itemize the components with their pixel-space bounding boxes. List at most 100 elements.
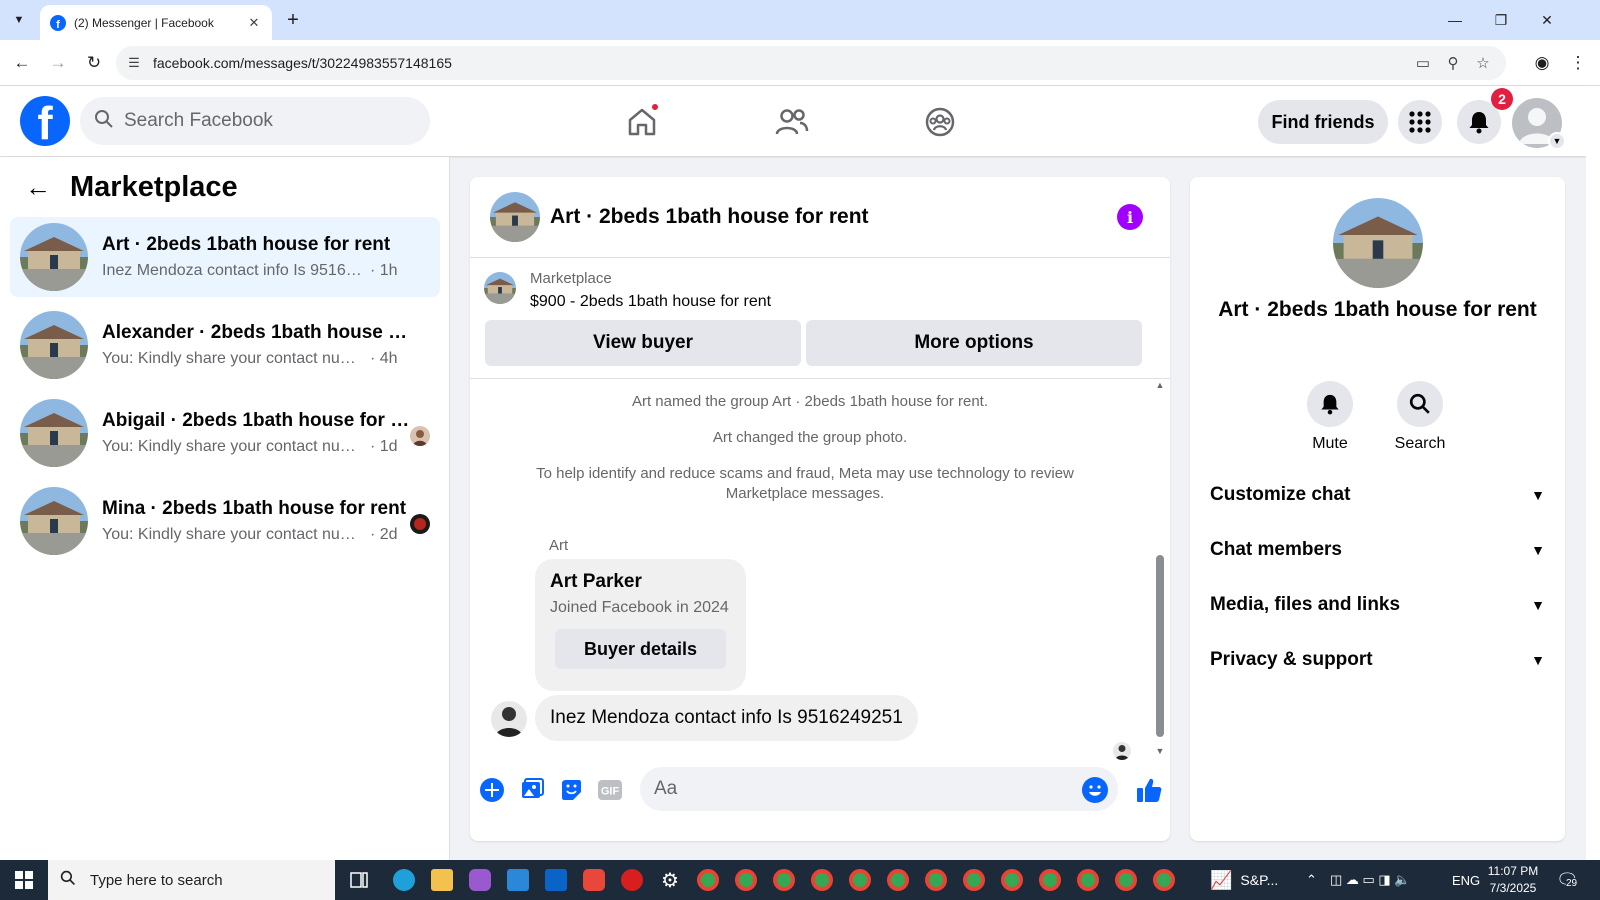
- search-in-chat-button[interactable]: Search: [1375, 381, 1465, 453]
- info-icon[interactable]: i: [1117, 204, 1143, 230]
- office-app-icon[interactable]: [578, 864, 610, 896]
- listing-title: $900 - 2beds 1bath house for rent: [530, 293, 772, 310]
- new-tab-button[interactable]: +: [280, 8, 306, 32]
- chrome-app-icon[interactable]: [958, 864, 990, 896]
- system-tray-icons[interactable]: ◫ ☁ ▭ ◨ 🔈: [1330, 860, 1410, 900]
- close-window-button[interactable]: ✕: [1524, 0, 1570, 40]
- reload-button[interactable]: ↻: [80, 49, 108, 77]
- buyer-profile-card: Art Parker Joined Facebook in 2024 Buyer…: [535, 559, 746, 691]
- customize-chat-section[interactable]: Customize chat ▼: [1210, 475, 1545, 515]
- group-photo-large[interactable]: [1333, 198, 1423, 288]
- notification-center-icon[interactable]: 🗨29: [1556, 860, 1579, 900]
- bookmark-star-icon[interactable]: ☆: [1468, 48, 1498, 78]
- restore-button[interactable]: ❐: [1478, 0, 1524, 40]
- page-scrollbar[interactable]: [1586, 86, 1600, 860]
- chrome-app-icon[interactable]: [1072, 864, 1104, 896]
- notification-badge: 2: [1491, 88, 1513, 110]
- sender-avatar[interactable]: [491, 701, 527, 737]
- scroll-up-icon[interactable]: ▲: [1154, 380, 1166, 390]
- view-buyer-button[interactable]: View buyer: [485, 320, 801, 366]
- group-photo[interactable]: [490, 192, 540, 242]
- url-text[interactable]: facebook.com/messages/t/3022498355714816…: [153, 55, 1408, 71]
- sticker-icon[interactable]: [556, 775, 586, 805]
- conversation-item[interactable]: Abigail · 2beds 1bath house for r... You…: [10, 393, 440, 473]
- conversation-item[interactable]: Mina · 2beds 1bath house for rent You: K…: [10, 481, 440, 561]
- language-indicator[interactable]: ENG: [1452, 860, 1480, 900]
- outlook-app-icon[interactable]: [540, 864, 572, 896]
- chat-title[interactable]: Art · 2beds 1bath house for rent: [550, 205, 869, 229]
- file-explorer-icon[interactable]: [426, 864, 458, 896]
- chrome-app-icon[interactable]: [844, 864, 876, 896]
- browser-menu-icon[interactable]: ⋮: [1564, 49, 1592, 77]
- more-options-button[interactable]: More options: [806, 320, 1142, 366]
- find-friends-button[interactable]: Find friends: [1258, 100, 1388, 144]
- store-app-icon[interactable]: [502, 864, 534, 896]
- facebook-logo-icon[interactable]: f: [20, 96, 70, 146]
- groups-nav-icon[interactable]: [900, 94, 980, 150]
- windows-start-icon[interactable]: [0, 860, 48, 900]
- back-button[interactable]: ←: [8, 49, 36, 77]
- chrome-app-icon[interactable]: [692, 864, 724, 896]
- marketplace-label: Marketplace: [530, 270, 612, 287]
- chrome-app-icon[interactable]: [730, 864, 762, 896]
- message-composer[interactable]: [640, 767, 1118, 811]
- gif-icon[interactable]: GIF: [595, 775, 625, 805]
- chrome-app-icon[interactable]: [1110, 864, 1142, 896]
- media-files-links-section[interactable]: Media, files and links ▼: [1210, 585, 1545, 625]
- plus-icon[interactable]: [477, 775, 507, 805]
- mute-button[interactable]: Mute: [1285, 381, 1375, 453]
- message-bubble[interactable]: Inez Mendoza contact info Is 9516249251: [535, 695, 918, 741]
- marketplace-listing-row[interactable]: Marketplace $900 - 2beds 1bath house for…: [484, 270, 771, 311]
- install-app-icon[interactable]: ▭: [1408, 48, 1438, 78]
- emoji-icon[interactable]: [1082, 777, 1108, 803]
- thumbs-up-icon[interactable]: [1134, 775, 1164, 805]
- chrome-app-icon[interactable]: [806, 864, 838, 896]
- profile-icon[interactable]: ◉: [1528, 49, 1556, 77]
- facebook-search[interactable]: [80, 97, 430, 145]
- zoom-icon[interactable]: ⚲: [1438, 48, 1468, 78]
- scroll-down-icon[interactable]: ▼: [1154, 746, 1166, 756]
- conversation-item[interactable]: Art · 2beds 1bath house for rent Inez Me…: [10, 217, 440, 297]
- chat-members-section[interactable]: Chat members ▼: [1210, 530, 1545, 570]
- edge-app-icon[interactable]: [388, 864, 420, 896]
- back-arrow-icon[interactable]: ←: [20, 169, 56, 205]
- close-tab-icon[interactable]: ✕: [244, 13, 264, 33]
- house-thumbnail: [20, 487, 88, 555]
- opera-app-icon[interactable]: [616, 864, 648, 896]
- chrome-app-icon[interactable]: [1034, 864, 1066, 896]
- chrome-app-icon[interactable]: [1148, 864, 1180, 896]
- scroll-thumb[interactable]: [1156, 555, 1164, 737]
- copilot-app-icon[interactable]: [464, 864, 496, 896]
- friends-nav-icon[interactable]: [752, 94, 832, 150]
- chrome-app-icon[interactable]: [768, 864, 800, 896]
- chrome-app-icon[interactable]: [882, 864, 914, 896]
- browser-tab-bar: ▼ f (2) Messenger | Facebook ✕ + — ❐ ✕: [0, 0, 1600, 40]
- conversation-item[interactable]: Alexander · 2beds 1bath house for ... Yo…: [10, 305, 440, 385]
- privacy-support-section[interactable]: Privacy & support ▼: [1210, 640, 1545, 680]
- stock-widget[interactable]: 📈 S&P...: [1210, 860, 1278, 900]
- chrome-app-icon[interactable]: [996, 864, 1028, 896]
- home-nav-icon[interactable]: [602, 94, 682, 150]
- taskbar-search[interactable]: Type here to search: [48, 860, 335, 900]
- show-hidden-icons-icon[interactable]: ⌃: [1306, 860, 1317, 900]
- minimize-button[interactable]: —: [1432, 0, 1478, 40]
- buyer-details-button[interactable]: Buyer details: [555, 629, 726, 669]
- browser-tab[interactable]: f (2) Messenger | Facebook ✕: [40, 5, 272, 40]
- menu-grid-icon[interactable]: [1398, 100, 1442, 144]
- search-icon[interactable]: [1397, 381, 1443, 427]
- address-bar[interactable]: ☰ facebook.com/messages/t/30224983557148…: [116, 46, 1506, 80]
- chrome-app-icon[interactable]: [920, 864, 952, 896]
- taskbar-search-placeholder: Type here to search: [90, 871, 223, 889]
- photo-icon[interactable]: [517, 775, 547, 805]
- settings-gear-icon[interactable]: ⚙: [654, 864, 686, 896]
- message-input[interactable]: [654, 778, 1054, 800]
- bell-icon[interactable]: [1307, 381, 1353, 427]
- chat-scrollbar[interactable]: ▲ ▼: [1154, 380, 1166, 760]
- facebook-search-input[interactable]: [124, 110, 404, 132]
- forward-button[interactable]: →: [44, 49, 72, 77]
- tab-search-chevron-icon[interactable]: ▼: [6, 8, 32, 32]
- taskbar-clock[interactable]: 11:07 PM 7/3/2025: [1478, 863, 1548, 897]
- task-view-icon[interactable]: [343, 864, 375, 896]
- site-info-icon[interactable]: ☰: [119, 48, 149, 78]
- account-chevron-down-icon[interactable]: ▼: [1548, 132, 1566, 150]
